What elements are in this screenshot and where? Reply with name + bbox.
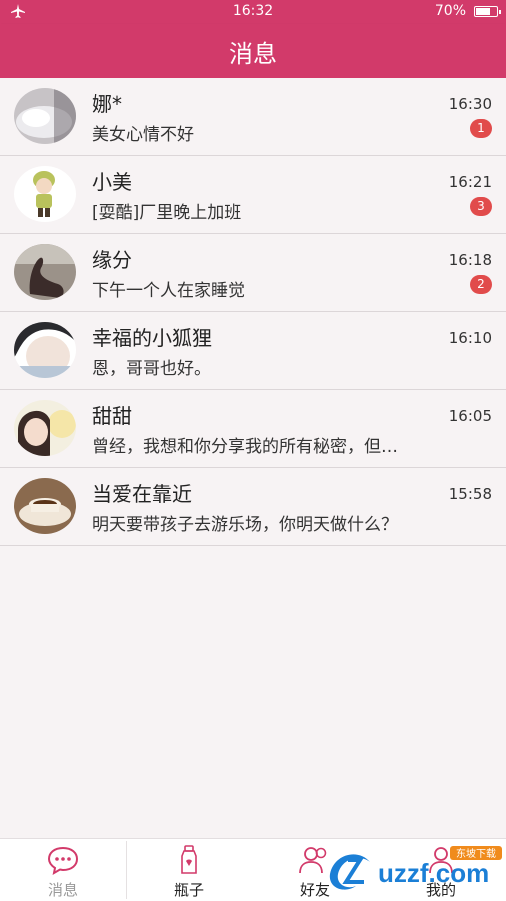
avatar [14, 244, 76, 300]
page-title: 消息 [229, 39, 277, 68]
tab-bottle[interactable]: 瓶子 [126, 839, 252, 901]
conversation-item[interactable]: 娜* 美女心情不好 16:30 1 [0, 78, 506, 156]
message-time: 15:58 [448, 485, 492, 503]
conversation-item[interactable]: 缘分 下午一个人在家睡觉 16:18 2 [0, 234, 506, 312]
message-time: 16:18 [448, 251, 492, 269]
watermark-text: uzzf.com [378, 858, 489, 888]
contact-name: 缘分 [92, 248, 132, 272]
message-preview: 明天要带孩子去游乐场，你明天做什么？ [92, 515, 398, 535]
conversation-item[interactable]: 小美 [耍酷]厂里晚上加班 16:21 3 [0, 156, 506, 234]
avatar [14, 88, 76, 144]
conversation-item[interactable]: 幸福的小狐狸 恩，哥哥也好。 16:10 [0, 312, 506, 390]
message-preview: 恩，哥哥也好。 [92, 359, 211, 379]
battery-percentage: 70% [434, 3, 466, 19]
message-preview: 美女心情不好 [92, 125, 194, 145]
status-bar: 16:32 70% [0, 0, 506, 24]
contact-name: 当爱在靠近 [92, 482, 192, 506]
message-time: 16:21 [448, 173, 492, 191]
unread-badge: 3 [470, 197, 492, 216]
tab-messages[interactable]: 消息 [0, 839, 126, 901]
message-time: 16:10 [448, 329, 492, 347]
status-time: 16:32 [232, 3, 274, 19]
contact-name: 幸福的小狐狸 [92, 326, 212, 350]
message-preview: 下午一个人在家睡觉 [92, 281, 245, 301]
avatar [14, 322, 76, 378]
tab-label: 消息 [47, 881, 78, 899]
contact-name: 娜* [92, 92, 122, 116]
message-preview: 曾经，我想和你分享我的所有秘密，但… [92, 437, 398, 457]
avatar [14, 400, 76, 456]
message-preview: [耍酷]厂里晚上加班 [92, 203, 242, 223]
message-time: 16:30 [448, 95, 492, 113]
contact-name: 小美 [92, 170, 132, 194]
chat-bubble-icon [47, 846, 79, 875]
contact-name: 甜甜 [92, 404, 132, 428]
avatar [14, 166, 76, 222]
site-watermark-logo: 东坡下载 uzzf.com [328, 846, 502, 892]
conversation-item[interactable]: 甜甜 曾经，我想和你分享我的所有秘密，但… 16:05 [0, 390, 506, 468]
page-header: 消息 [0, 24, 506, 78]
message-time: 16:05 [448, 407, 492, 425]
conversation-item[interactable]: 当爱在靠近 明天要带孩子去游乐场，你明天做什么？ 15:58 [0, 468, 506, 546]
conversation-list: 娜* 美女心情不好 16:30 1 小美 [耍酷]厂里晚上加班 16:21 3 [0, 78, 506, 546]
unread-badge: 1 [470, 119, 492, 138]
tab-label: 瓶子 [173, 881, 204, 899]
unread-badge: 2 [470, 275, 492, 294]
bottle-icon [181, 845, 197, 874]
battery-icon [474, 6, 501, 17]
avatar [14, 478, 76, 534]
